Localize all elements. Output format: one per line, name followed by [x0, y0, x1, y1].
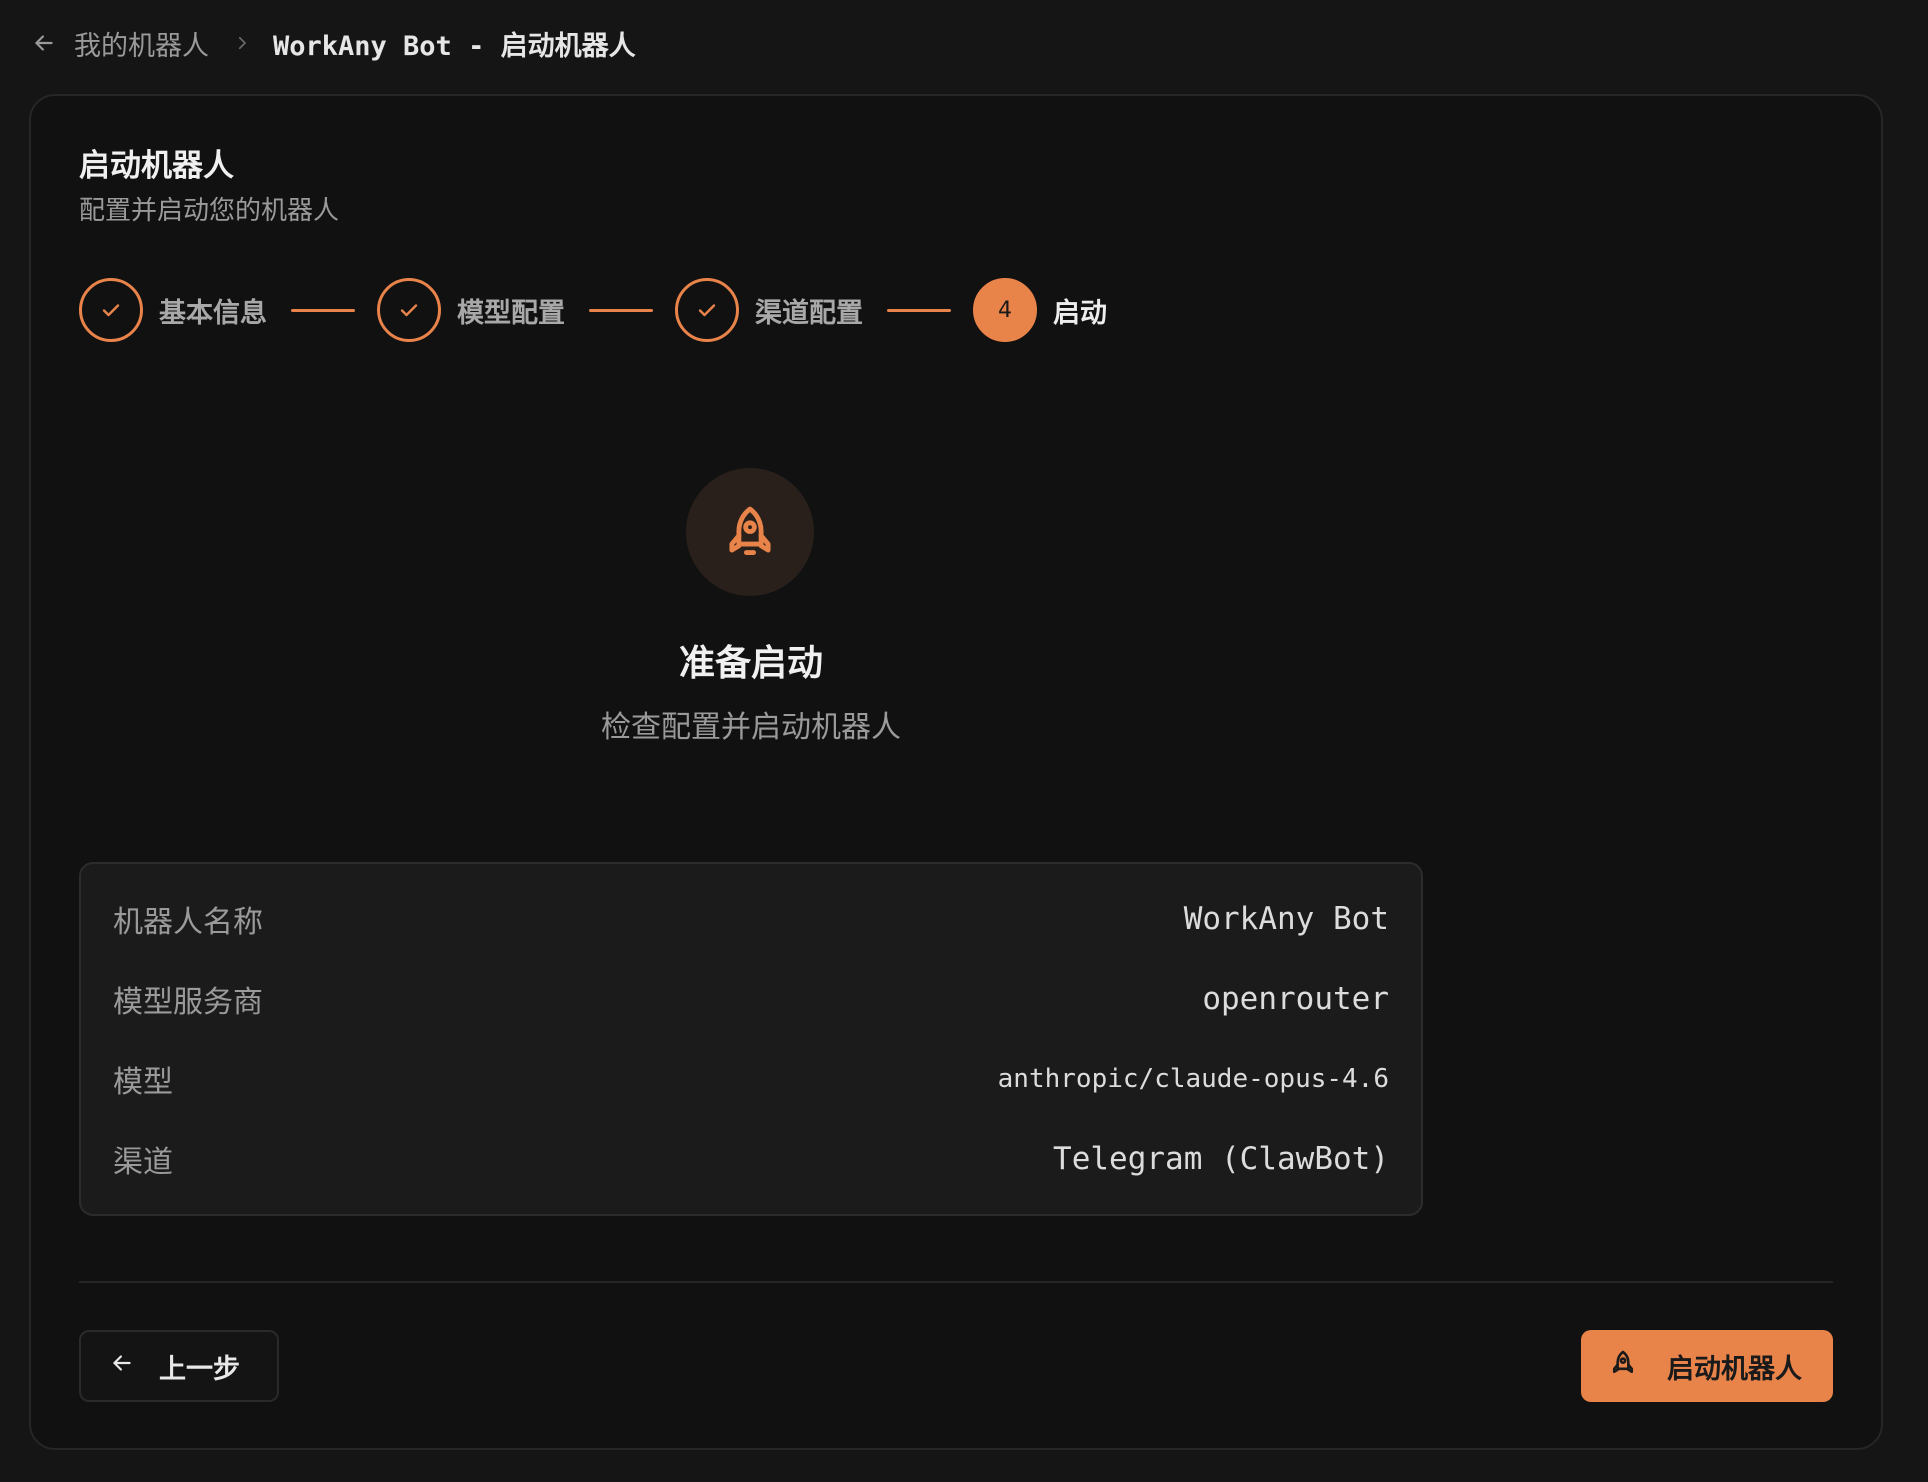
- launch-bot-card: 启动机器人 配置并启动您的机器人 基本信息 模型配置 渠道配置 4 启动 准备启…: [29, 94, 1883, 1450]
- step-launch: 4 启动: [973, 278, 1107, 342]
- summary-value: anthropic/claude-opus-4.6: [997, 1064, 1389, 1094]
- step-connector: [291, 308, 355, 312]
- step-number: 4: [973, 278, 1037, 342]
- summary-key: 机器人名称: [113, 905, 263, 940]
- step-channel-config: 渠道配置: [675, 278, 863, 342]
- step-connector: [887, 308, 951, 312]
- step-connector: [589, 308, 653, 312]
- step-check-icon: [675, 278, 739, 342]
- previous-step-label: 上一步: [159, 1353, 240, 1385]
- back-arrow-icon[interactable]: [28, 27, 60, 59]
- ready-subtitle: 检查配置并启动机器人: [601, 710, 901, 745]
- ready-title: 准备启动: [678, 643, 823, 684]
- card-title: 启动机器人: [79, 148, 234, 184]
- summary-row-bot-name: 机器人名称 WorkAny Bot: [113, 894, 1389, 944]
- rocket-icon: [686, 468, 814, 596]
- step-check-icon: [79, 278, 143, 342]
- breadcrumb-current-page: WorkAny Bot - 启动机器人: [273, 30, 636, 62]
- step-check-icon: [377, 278, 441, 342]
- step-label: 启动: [1053, 297, 1107, 329]
- summary-value: Telegram (ClawBot): [1053, 1141, 1389, 1177]
- summary-value: openrouter: [1202, 981, 1389, 1017]
- summary-key: 模型: [113, 1065, 173, 1100]
- summary-row-channel: 渠道 Telegram (ClawBot): [113, 1134, 1389, 1184]
- step-label: 渠道配置: [755, 297, 863, 329]
- launch-bot-label: 启动机器人: [1667, 1353, 1802, 1385]
- chevron-right-icon: [233, 34, 251, 52]
- previous-step-button[interactable]: 上一步: [79, 1330, 279, 1402]
- summary-value: WorkAny Bot: [1183, 901, 1389, 937]
- config-summary: 机器人名称 WorkAny Bot 模型服务商 openrouter 模型 an…: [79, 862, 1423, 1216]
- breadcrumb: 我的机器人 WorkAny Bot - 启动机器人: [28, 18, 636, 68]
- summary-key: 模型服务商: [113, 985, 263, 1020]
- rocket-icon: [1609, 1349, 1637, 1384]
- arrow-left-icon: [109, 1350, 135, 1383]
- stepper: 基本信息 模型配置 渠道配置 4 启动: [79, 276, 1107, 344]
- summary-row-model: 模型 anthropic/claude-opus-4.6: [113, 1054, 1389, 1104]
- launch-bot-button[interactable]: 启动机器人: [1581, 1330, 1833, 1402]
- divider: [79, 1281, 1833, 1283]
- summary-row-provider: 模型服务商 openrouter: [113, 974, 1389, 1024]
- summary-key: 渠道: [113, 1145, 173, 1180]
- step-basic-info: 基本信息: [79, 278, 267, 342]
- card-subtitle: 配置并启动您的机器人: [79, 196, 340, 226]
- step-label: 基本信息: [159, 297, 267, 329]
- breadcrumb-my-bots-link[interactable]: 我的机器人: [74, 24, 209, 63]
- step-model-config: 模型配置: [377, 278, 565, 342]
- step-label: 模型配置: [457, 297, 565, 329]
